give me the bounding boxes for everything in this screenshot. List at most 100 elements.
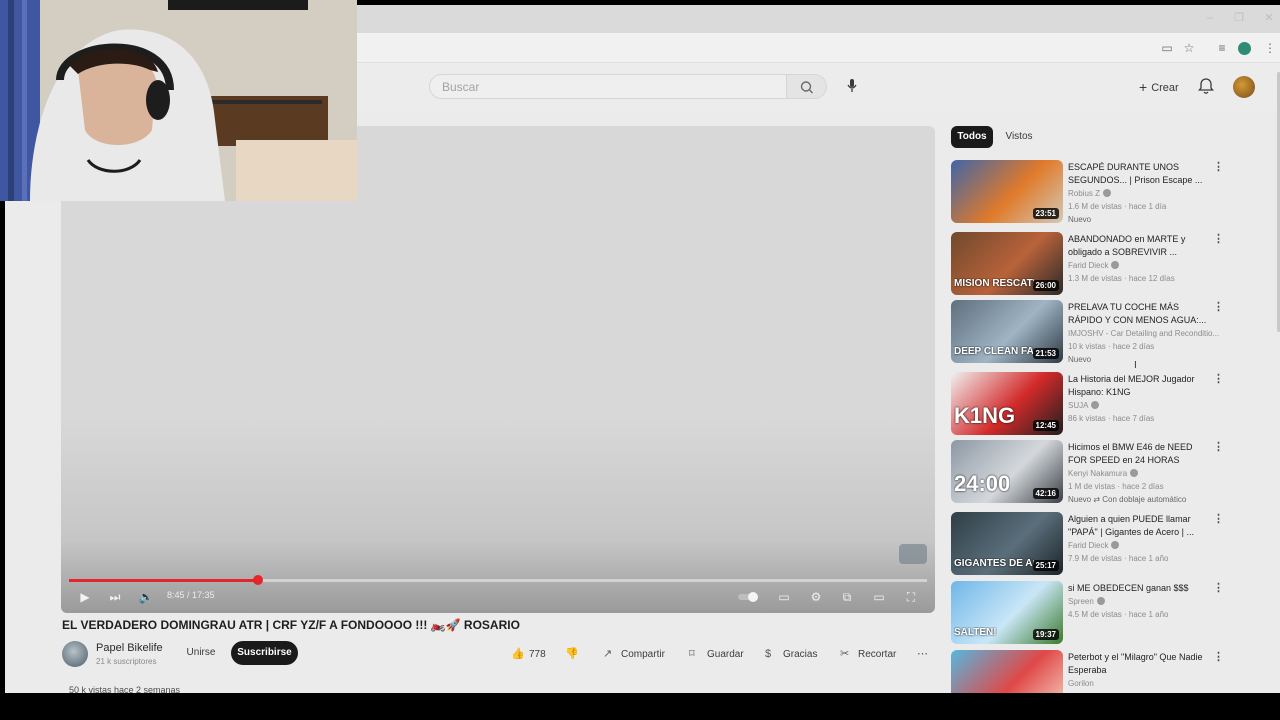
recommendation-title[interactable]: La Historia del MEJOR Jugador Hispano: K…: [1068, 373, 1208, 399]
clip-button[interactable]: ✂ Recortar: [840, 647, 896, 661]
video-thumbnail[interactable]: SALTEN! 19:37: [951, 581, 1063, 644]
mic-icon: [847, 79, 857, 92]
thanks-icon: $: [765, 648, 772, 660]
share-button[interactable]: ↗ Compartir: [603, 647, 665, 661]
thanks-button[interactable]: $ Gracias: [765, 647, 817, 661]
new-badge: Nuevo: [1068, 215, 1092, 224]
recommendation-title[interactable]: ESCAPÉ DURANTE UNOS SEGUNDOS... | Prison…: [1068, 161, 1208, 187]
recommendation-item[interactable]: MISIÓN RESCATE 26:00 ABANDONADO en MARTE y…: [951, 232, 1241, 298]
kebab-icon[interactable]: ⋮: [1213, 300, 1224, 314]
restore-icon[interactable]: ❐: [1232, 11, 1246, 25]
close-icon[interactable]: ✕: [1262, 11, 1276, 25]
subscribe-button[interactable]: Suscribirse: [231, 641, 298, 665]
thumbnail-text: K1NG: [954, 403, 1016, 428]
video-thumbnail[interactable]: 24:00 42:16: [951, 440, 1063, 503]
like-button[interactable]: 👍 778: [511, 647, 546, 661]
channel-label: Robius Z: [1068, 189, 1101, 198]
notifications-button[interactable]: [1197, 76, 1215, 96]
recommendation-channel[interactable]: SUJA: [1068, 401, 1100, 410]
progress-fill: [69, 579, 258, 582]
search-input[interactable]: Buscar: [429, 74, 787, 99]
recommendation-item[interactable]: CampeónPeterbot y el "Milagro" Que Nadie…: [951, 650, 1241, 693]
kebab-icon[interactable]: ⋮: [1213, 512, 1224, 526]
channel-label: Farid Dieck: [1068, 541, 1109, 550]
subtitles-icon[interactable]: ▭: [776, 589, 792, 605]
recommendation-title[interactable]: PRELAVA TU COCHE MÁS RÁPIDO Y CON MENOS …: [1068, 301, 1208, 327]
minimize-icon[interactable]: –: [1203, 11, 1217, 25]
kebab-icon[interactable]: ⋮: [1213, 440, 1224, 454]
more-actions-button[interactable]: ⋯: [917, 647, 935, 661]
recommendation-title[interactable]: Alguien a quien PUEDE llamar "PAPÁ" | Gi…: [1068, 513, 1208, 539]
account-avatar[interactable]: [1233, 76, 1255, 98]
recommendation-channel[interactable]: Kenyi Nakamura: [1068, 469, 1139, 478]
progress-scrubber[interactable]: [252, 575, 263, 585]
recommendation-item[interactable]: 24:00 42:16 Hicimos el BMW E46 de NEED FOR…: [951, 440, 1241, 506]
kebab-icon[interactable]: ⋮: [1213, 581, 1224, 595]
media-control-icon[interactable]: ≡: [1214, 40, 1230, 56]
miniplayer-icon[interactable]: ⧉: [839, 589, 855, 605]
channel-name[interactable]: Papel Bikelife: [96, 642, 163, 654]
recommendation-channel[interactable]: IMJOSHV - Car Detailing and Reconditio..…: [1068, 329, 1219, 338]
recommendation-item[interactable]: SALTEN! 19:37 si ME OBEDECEN ganan $$$ Spre…: [951, 581, 1241, 647]
video-thumbnail[interactable]: Campeón: [951, 650, 1063, 693]
join-button[interactable]: Unirse: [175, 641, 227, 665]
theater-icon[interactable]: ▭: [871, 589, 887, 605]
recommendation-title[interactable]: ABANDONADO en MARTE y obligado a SOBREVI…: [1068, 233, 1208, 259]
search-button[interactable]: [787, 74, 827, 99]
browser-menu-icon[interactable]: ⋮: [1262, 40, 1278, 56]
recommendation-channel[interactable]: Robius Z: [1068, 189, 1112, 198]
play-icon[interactable]: ▶: [77, 589, 93, 605]
progress-bar[interactable]: [69, 575, 927, 585]
channel-watermark[interactable]: [899, 544, 927, 564]
chip-all[interactable]: Todos: [951, 126, 993, 148]
channel-avatar[interactable]: [62, 641, 88, 667]
video-thumbnail[interactable]: K1NG 12:45: [951, 372, 1063, 435]
recommendation-item[interactable]: DEEP CLEAN FASTER WITH LESS WATER21:53PR…: [951, 300, 1241, 366]
create-button[interactable]: + Crear: [1132, 74, 1202, 98]
recommendation-item[interactable]: K1NG 12:45 La Historia del MEJOR Jugador H…: [951, 372, 1241, 438]
video-thumbnail[interactable]: DEEP CLEAN FASTER WITH LESS WATER21:53: [951, 300, 1063, 363]
recommendation-title[interactable]: si ME OBEDECEN ganan $$$: [1068, 582, 1208, 595]
thumbnail-text: DEEP CLEAN FASTER WITH LESS WATER: [954, 346, 1034, 357]
save-button[interactable]: ⌑ Guardar: [689, 647, 744, 661]
channel-label: Spreen: [1068, 597, 1094, 606]
verified-icon: [1096, 597, 1105, 605]
next-icon[interactable]: ⏭: [107, 589, 123, 605]
verified-icon: [1111, 261, 1120, 269]
recommendation-item[interactable]: 23:51 ESCAPÉ DURANTE UNOS SEGUNDOS... | P…: [951, 160, 1241, 226]
recommendation-channel[interactable]: Spreen: [1068, 597, 1105, 606]
recommendation-title[interactable]: Peterbot y el "Milagro" Que Nadie Espera…: [1068, 651, 1208, 677]
recommendation-item[interactable]: GIGANTES DE ACERO25:17Alguien a quien PU…: [951, 512, 1241, 578]
chip-seen[interactable]: Vistos: [998, 126, 1040, 148]
fullscreen-icon[interactable]: ⛶: [903, 589, 919, 605]
dislike-button[interactable]: 👎: [565, 647, 583, 661]
channel-label: IMJOSHV - Car Detailing and Reconditio..…: [1068, 329, 1220, 338]
video-thumbnail[interactable]: 23:51: [951, 160, 1063, 223]
verified-icon: [1130, 469, 1139, 477]
voice-search-button[interactable]: [841, 75, 863, 97]
views-and-date[interactable]: 50 k vistas hace 2 semanas: [69, 685, 180, 693]
recommendation-channel[interactable]: Farid Dieck: [1068, 541, 1120, 550]
kebab-icon[interactable]: ⋮: [1213, 650, 1224, 664]
kebab-icon[interactable]: ⋮: [1213, 160, 1224, 174]
recommendation-meta: 1 M de vistas · hace 2 días: [1068, 482, 1164, 491]
autoplay-toggle[interactable]: [737, 589, 761, 605]
plus-icon: +: [1139, 79, 1148, 95]
volume-icon[interactable]: 🔈: [138, 589, 154, 605]
create-label: Crear: [1151, 82, 1179, 94]
video-thumbnail[interactable]: GIGANTES DE ACERO25:17: [951, 512, 1063, 575]
video-duration: 19:37: [1032, 629, 1059, 640]
video-thumbnail[interactable]: MISIÓN RESCATE 26:00: [951, 232, 1063, 295]
bookmark-star-icon[interactable]: ☆: [1181, 40, 1197, 56]
kebab-icon[interactable]: ⋮: [1213, 232, 1224, 246]
recommendation-channel[interactable]: Gorilon: [1068, 679, 1094, 688]
recommendation-title[interactable]: Hicimos el BMW E46 de NEED FOR SPEED en …: [1068, 441, 1208, 467]
new-badge: Nuevo ⇄ Con doblaje automático: [1068, 495, 1187, 504]
thumbnail-text: SALTEN!: [954, 627, 997, 638]
browser-profile-icon[interactable]: [1238, 42, 1251, 55]
recommendation-channel[interactable]: Farid Dieck: [1068, 261, 1120, 270]
cast-icon[interactable]: ▭: [1159, 40, 1175, 56]
recommendation-meta: 10 k vistas · hace 2 días: [1068, 342, 1155, 351]
settings-icon[interactable]: ⚙: [808, 589, 824, 605]
kebab-icon[interactable]: ⋮: [1213, 372, 1224, 386]
